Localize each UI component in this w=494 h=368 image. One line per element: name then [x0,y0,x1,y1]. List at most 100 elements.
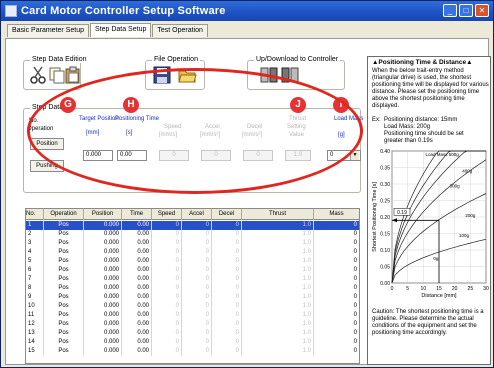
table-cell[interactable]: 0 [152,293,182,302]
table-cell[interactable]: 1.0 [242,338,314,347]
table-cell[interactable]: 5 [26,257,44,266]
table-cell[interactable]: 11 [26,311,44,320]
table-row[interactable]: 13 Pos 0.000 0.00 0 0 0 1.0 0 [26,329,359,338]
table-cell[interactable]: 0 [212,230,242,239]
table-cell[interactable]: 0 [212,275,242,284]
table-row[interactable]: 12 Pos 0.000 0.00 0 0 0 1.0 0 [26,320,359,329]
tab-test-operation[interactable]: Test Operation [152,24,208,37]
title-bar[interactable]: Card Motor Controller Setup Software _ □… [1,1,493,21]
table-cell[interactable]: Pos [44,311,84,320]
table-row[interactable]: 3 Pos 0.000 0.00 0 0 0 1.0 0 [26,239,359,248]
table-cell[interactable]: 0 [314,230,359,239]
maximize-button[interactable]: □ [459,4,473,17]
table-cell[interactable]: 0 [212,347,242,356]
table-cell[interactable]: 8 [26,284,44,293]
table-cell[interactable]: 14 [26,338,44,347]
table-cell[interactable]: 0 [212,293,242,302]
table-cell[interactable]: 1.0 [242,311,314,320]
column-header-thrust[interactable]: Thrust [242,209,314,220]
table-row[interactable]: 10 Pos 0.000 0.00 0 0 0 1.0 0 [26,302,359,311]
table-cell[interactable]: 0.000 [84,302,122,311]
table-cell[interactable]: 0 [314,221,359,230]
table-cell[interactable]: 0 [212,302,242,311]
table-cell[interactable]: 0 [152,284,182,293]
table-row[interactable]: 5 Pos 0.000 0.00 0 0 0 1.0 0 [26,257,359,266]
table-cell[interactable]: 0 [182,284,212,293]
table-cell[interactable]: 0 [314,293,359,302]
tab-basic-parameter-setup[interactable]: Basic Parameter Setup [7,24,89,37]
table-cell[interactable]: Pos [44,257,84,266]
table-cell[interactable]: 0 [314,320,359,329]
column-header-no[interactable]: No. [26,209,44,220]
table-cell[interactable]: 0 [212,266,242,275]
table-cell[interactable]: Pos [44,275,84,284]
table-cell[interactable]: 3 [26,239,44,248]
table-cell[interactable]: 0 [152,239,182,248]
column-header-speed[interactable]: Speed [152,209,182,220]
table-row[interactable]: 4 Pos 0.000 0.00 0 0 0 1.0 0 [26,248,359,257]
table-cell[interactable]: 0.000 [84,320,122,329]
table-cell[interactable]: 0 [212,320,242,329]
table-cell[interactable]: 0 [152,248,182,257]
table-cell[interactable]: 0 [314,329,359,338]
table-cell[interactable]: 1.0 [242,302,314,311]
table-cell[interactable]: 0.000 [84,221,122,230]
table-cell[interactable]: 0 [314,248,359,257]
table-cell[interactable]: 1.0 [242,266,314,275]
table-cell[interactable]: 0.00 [122,311,152,320]
table-cell[interactable]: 1 [26,221,44,230]
table-cell[interactable]: 7 [26,275,44,284]
table-cell[interactable]: 0 [152,257,182,266]
table-cell[interactable]: 0.000 [84,275,122,284]
table-cell[interactable]: 0 [212,239,242,248]
table-cell[interactable]: Pos [44,320,84,329]
table-row[interactable]: 15 Pos 0.000 0.00 0 0 0 1.0 0 [26,347,359,356]
table-cell[interactable]: 0 [152,338,182,347]
table-cell[interactable]: 0 [314,311,359,320]
table-cell[interactable]: 0 [152,320,182,329]
column-header-operation[interactable]: Operation [44,209,84,220]
table-cell[interactable]: 0 [182,329,212,338]
table-cell[interactable]: Pos [44,293,84,302]
table-cell[interactable]: 6 [26,266,44,275]
table-cell[interactable]: 0 [314,302,359,311]
table-cell[interactable]: 0.00 [122,275,152,284]
table-cell[interactable]: 0.00 [122,239,152,248]
column-header-mass[interactable]: Mass [314,209,359,220]
table-cell[interactable]: 1.0 [242,347,314,356]
table-cell[interactable]: 0.00 [122,320,152,329]
table-cell[interactable]: 12 [26,320,44,329]
table-cell[interactable]: 10 [26,302,44,311]
column-header-position[interactable]: Position [84,209,122,220]
table-cell[interactable]: 0.00 [122,230,152,239]
table-cell[interactable]: 0 [182,266,212,275]
column-header-time[interactable]: Time [122,209,152,220]
table-cell[interactable]: 0.00 [122,329,152,338]
table-cell[interactable]: Pos [44,284,84,293]
table-cell[interactable]: 0 [212,257,242,266]
table-cell[interactable]: 0.000 [84,329,122,338]
table-cell[interactable]: 0.000 [84,347,122,356]
table-row[interactable]: 6 Pos 0.000 0.00 0 0 0 1.0 0 [26,266,359,275]
table-cell[interactable]: Pos [44,248,84,257]
tab-step-data-setup[interactable]: Step Data Setup [89,23,152,37]
table-cell[interactable]: 1.0 [242,275,314,284]
table-cell[interactable]: 4 [26,248,44,257]
table-cell[interactable]: 0 [152,275,182,284]
table-cell[interactable]: 1.0 [242,293,314,302]
table-cell[interactable]: 0 [212,338,242,347]
table-cell[interactable]: 0 [152,311,182,320]
table-cell[interactable]: Pos [44,302,84,311]
table-cell[interactable]: 0.00 [122,302,152,311]
table-cell[interactable]: 0 [182,311,212,320]
table-cell[interactable]: 0 [152,266,182,275]
table-cell[interactable]: 1.0 [242,239,314,248]
table-cell[interactable]: 0 [182,239,212,248]
close-button[interactable]: ✕ [475,4,489,17]
table-cell[interactable]: Pos [44,221,84,230]
table-cell[interactable]: 0.00 [122,293,152,302]
table-cell[interactable]: 15 [26,347,44,356]
table-cell[interactable]: 0 [152,329,182,338]
table-cell[interactable]: 0 [314,338,359,347]
table-cell[interactable]: 0 [314,347,359,356]
